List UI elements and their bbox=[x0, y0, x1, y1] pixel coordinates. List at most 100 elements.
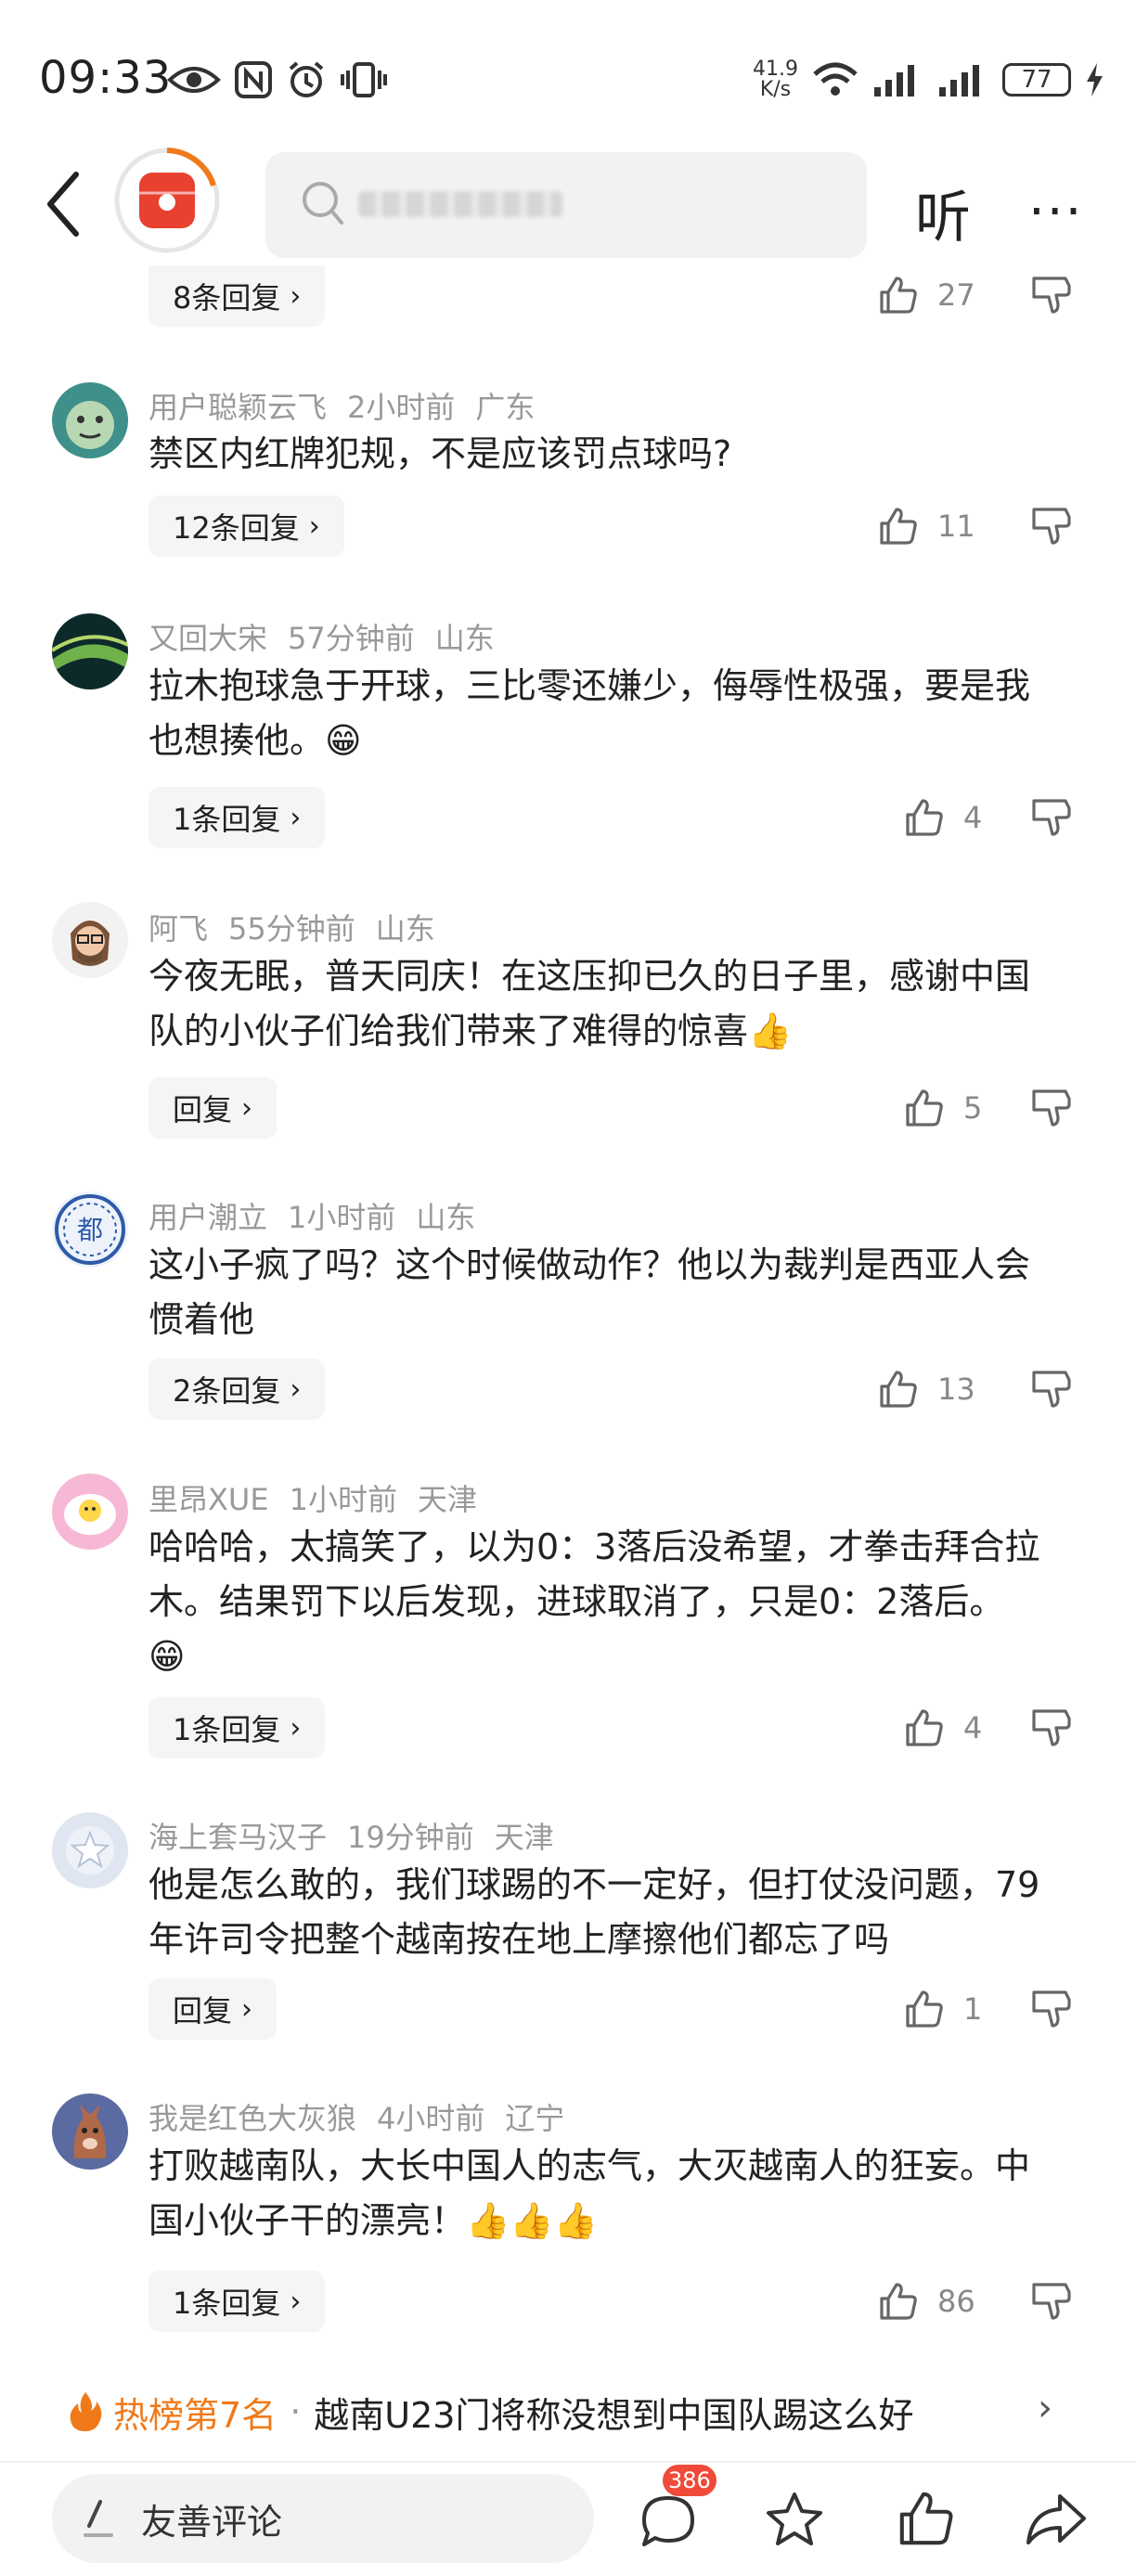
listen-button[interactable]: 听 bbox=[915, 173, 971, 253]
like-button[interactable]: 4 bbox=[904, 1702, 982, 1754]
thumbs-down-icon bbox=[1032, 1709, 1071, 1746]
timestamp: 1小时前 bbox=[289, 1482, 397, 1517]
signal-icon bbox=[874, 65, 914, 97]
comment-meta: 又回大宋 57分钟前 山东 bbox=[148, 615, 515, 658]
username[interactable]: 用户聪颖云飞 bbox=[148, 390, 327, 425]
reply-button[interactable]: 回复 › bbox=[148, 1978, 278, 2040]
comment-line: 打败越南队，大长中国人的志气，大灭越南人的狂妄。中 bbox=[148, 2145, 1031, 2186]
reply-label: 1条回复 bbox=[173, 802, 281, 837]
reply-button[interactable]: 1条回复 › bbox=[148, 1697, 326, 1758]
avatar[interactable] bbox=[52, 1474, 128, 1550]
timestamp: 55分钟前 bbox=[228, 911, 355, 947]
like-button[interactable]: 4 bbox=[904, 792, 982, 844]
thumbs-up-icon bbox=[880, 2283, 917, 2320]
location: 天津 bbox=[417, 1482, 477, 1517]
thumbs-up-icon bbox=[906, 1089, 943, 1127]
like-article-button[interactable] bbox=[897, 2489, 956, 2552]
app-logo[interactable] bbox=[113, 147, 221, 254]
avatar[interactable] bbox=[52, 2093, 128, 2170]
reply-label: 8条回复 bbox=[173, 280, 281, 316]
thumbs-down-icon bbox=[1032, 1089, 1071, 1127]
dislike-button[interactable] bbox=[1032, 1989, 1073, 2033]
reply-button[interactable]: 1条回复 › bbox=[148, 2271, 326, 2332]
avatar[interactable] bbox=[52, 613, 128, 689]
reply-button[interactable]: 2条回复 › bbox=[148, 1359, 326, 1420]
comment-line: 木。结果罚下以后发现，进球取消了，只是0：2落后。 bbox=[148, 1581, 1005, 1622]
avatar-image-icon: 都 bbox=[52, 1191, 128, 1268]
timestamp: 4小时前 bbox=[377, 2101, 485, 2136]
username[interactable]: 我是红色大灰狼 bbox=[148, 2101, 356, 2136]
comment-meta: 我是红色大灰狼 4小时前 辽宁 bbox=[148, 2095, 585, 2138]
like-count: 13 bbox=[937, 1372, 975, 1407]
avatar-image-icon bbox=[52, 613, 128, 689]
avatar-image-icon bbox=[52, 902, 128, 978]
like-button[interactable]: 27 bbox=[878, 269, 975, 321]
thumbs-up-icon bbox=[880, 508, 917, 545]
timestamp: 1小时前 bbox=[288, 1200, 396, 1235]
avatar[interactable] bbox=[52, 1812, 128, 1888]
dislike-button[interactable] bbox=[1032, 275, 1073, 319]
avatar[interactable] bbox=[52, 902, 128, 978]
more-button[interactable]: ··· bbox=[1028, 182, 1083, 242]
reply-button[interactable]: 8条回复 › bbox=[148, 265, 326, 327]
username[interactable]: 里昂XUE bbox=[148, 1482, 269, 1517]
like-count: 11 bbox=[937, 509, 975, 544]
like-button[interactable]: 86 bbox=[878, 2275, 975, 2327]
like-button[interactable]: 13 bbox=[878, 1363, 975, 1415]
battery-indicator: 77 bbox=[1002, 63, 1071, 97]
dislike-button[interactable] bbox=[1032, 1369, 1073, 1413]
thumbs-down-icon bbox=[1032, 1371, 1071, 1408]
comment-text: 打败越南队，大长中国人的志气，大灭越南人的狂妄。中 国小伙子干的漂亮！👍👍👍 bbox=[148, 2139, 1086, 2248]
dislike-button[interactable] bbox=[1032, 506, 1073, 550]
thumbs-down-icon bbox=[1032, 799, 1071, 836]
thumbs-up-icon bbox=[880, 277, 917, 314]
username[interactable]: 用户潮立 bbox=[148, 1200, 267, 1235]
username[interactable]: 海上套马汉子 bbox=[148, 1820, 327, 1855]
dislike-button[interactable] bbox=[1032, 1707, 1073, 1752]
thumbs-up-icon bbox=[906, 1990, 943, 2028]
reply-button[interactable]: 12条回复 › bbox=[148, 496, 344, 557]
hot-rank-label: 热榜第7名 bbox=[113, 2394, 278, 2436]
like-button[interactable]: 11 bbox=[878, 500, 975, 552]
star-icon bbox=[767, 2492, 822, 2545]
avatar[interactable]: 都 bbox=[52, 1191, 128, 1268]
dislike-button[interactable] bbox=[1032, 1088, 1073, 1132]
chevron-right-icon: › bbox=[241, 1091, 253, 1125]
location: 广东 bbox=[475, 390, 536, 425]
share-button[interactable] bbox=[1025, 2491, 1088, 2550]
comment-meta: 阿飞 55分钟前 山东 bbox=[148, 906, 456, 948]
username[interactable]: 又回大宋 bbox=[148, 621, 267, 656]
comment-line: 他是怎么敢的，我们球踢的不一定好，但打仗没问题，79 bbox=[148, 1864, 1040, 1905]
avatar-image-icon bbox=[52, 1812, 128, 1888]
nfc-icon bbox=[235, 61, 272, 98]
thumbs-up-icon bbox=[880, 1371, 917, 1408]
comment-input[interactable]: 友善评论 bbox=[52, 2474, 594, 2563]
reply-button[interactable]: 回复 › bbox=[148, 1077, 278, 1139]
comment-line: 😁 bbox=[148, 1636, 186, 1677]
comment-meta: 用户潮立 1小时前 山东 bbox=[148, 1194, 496, 1237]
comment-line: 这小子疯了吗？这个时候做动作？他以为裁判是西亚人会 bbox=[148, 1244, 1031, 1285]
timestamp: 2小时前 bbox=[347, 390, 456, 425]
search-icon bbox=[303, 182, 343, 225]
chevron-right-icon: › bbox=[290, 1372, 302, 1406]
back-button[interactable] bbox=[41, 167, 87, 241]
hot-rank-banner[interactable]: 热榜第7名 · 越南U23门将称没想到中国队踢这么好 bbox=[67, 2387, 913, 2437]
dislike-button[interactable] bbox=[1032, 797, 1073, 842]
like-button[interactable]: 1 bbox=[904, 1983, 982, 2035]
dislike-button[interactable] bbox=[1032, 2281, 1073, 2325]
favorite-button[interactable] bbox=[765, 2491, 824, 2552]
like-count: 27 bbox=[937, 277, 975, 313]
like-button[interactable]: 5 bbox=[904, 1082, 982, 1134]
net-speed-unit: K/s bbox=[759, 78, 792, 101]
reply-label: 1条回复 bbox=[173, 2286, 281, 2321]
username[interactable]: 阿飞 bbox=[148, 911, 208, 947]
chevron-right-icon: › bbox=[290, 1711, 302, 1745]
signal-2-icon bbox=[939, 65, 979, 97]
chevron-right-icon[interactable]: › bbox=[1038, 2387, 1052, 2429]
thumbs-down-icon bbox=[1032, 2283, 1071, 2320]
reply-button[interactable]: 1条回复 › bbox=[148, 787, 326, 848]
comments-button[interactable] bbox=[639, 2492, 698, 2554]
like-count: 1 bbox=[963, 1991, 983, 2027]
avatar[interactable] bbox=[52, 382, 128, 458]
search-box[interactable] bbox=[265, 152, 867, 258]
